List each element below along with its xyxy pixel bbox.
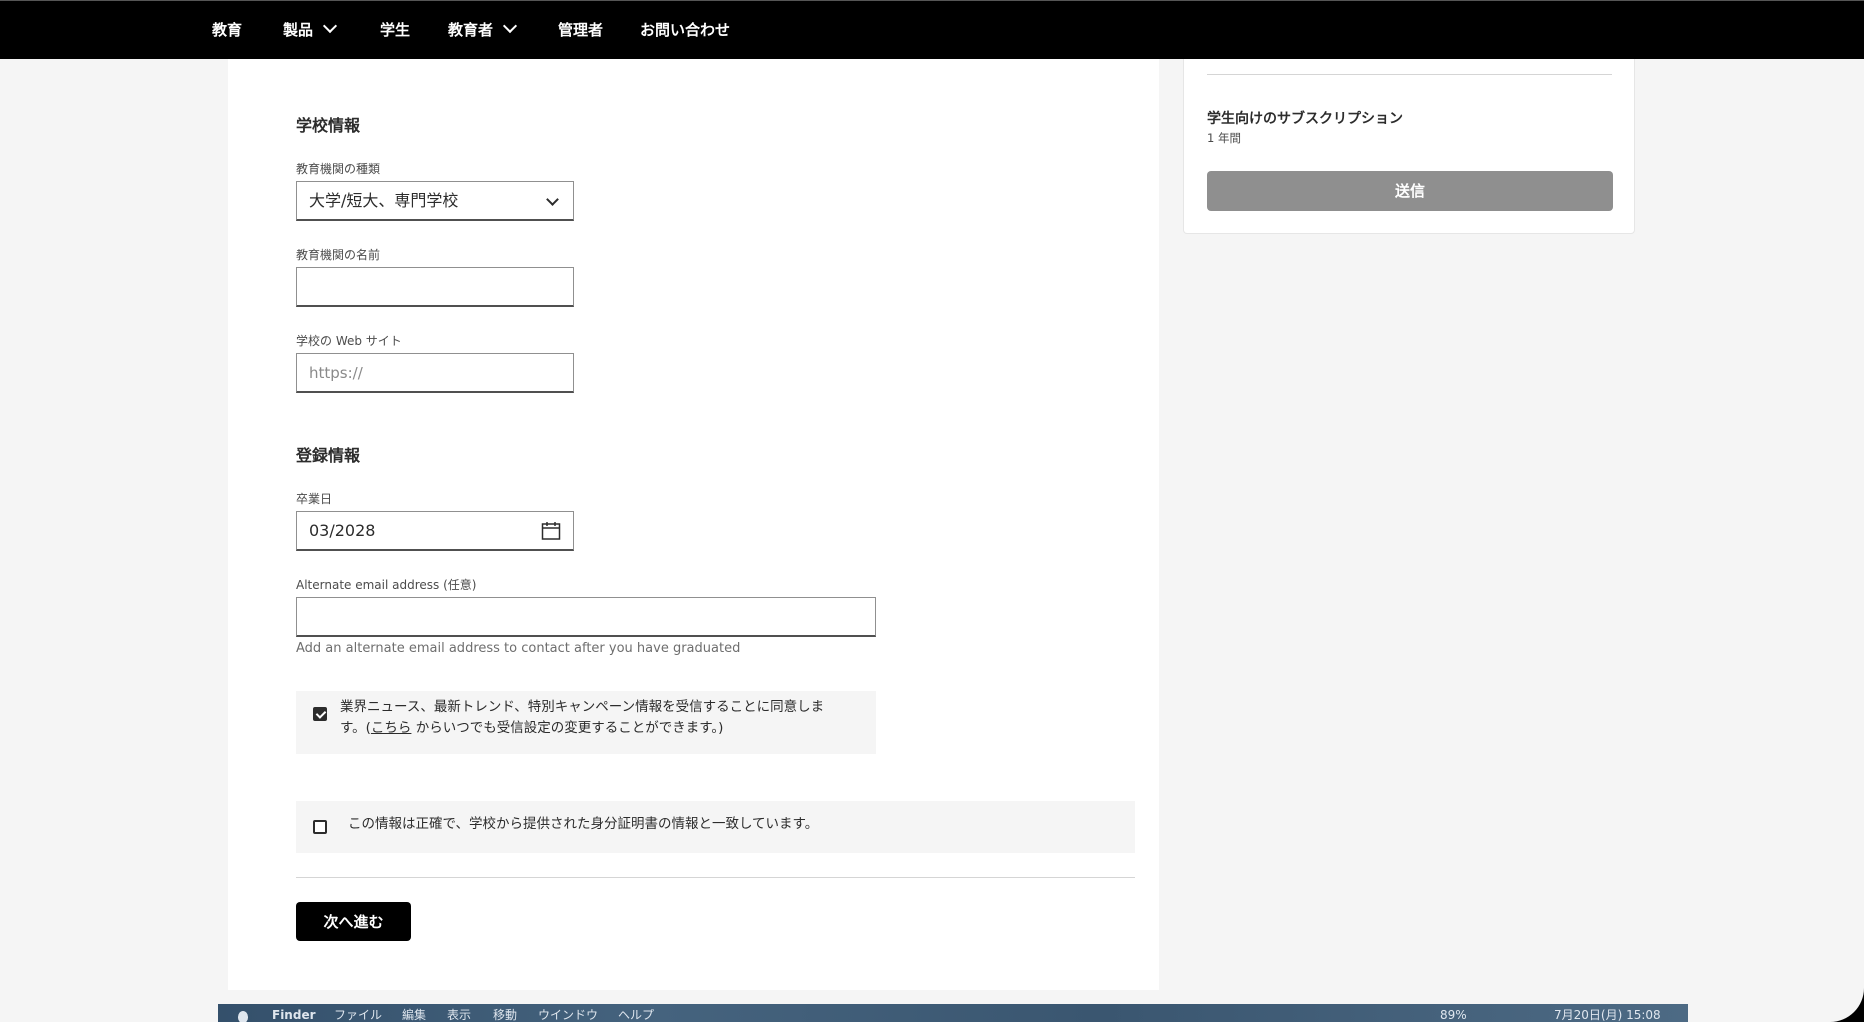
alternate-email-input[interactable] — [297, 598, 875, 635]
institution-name-input[interactable] — [297, 268, 573, 305]
menu-item-window[interactable]: ウインドウ — [538, 1004, 598, 1022]
institution-type-label: 教育機関の種類 — [296, 162, 381, 176]
submit-button[interactable]: 送信 — [1207, 171, 1613, 211]
marketing-consent-text: 業界ニュース、最新トレンド、特別キャンペーン情報を受信することに同意しま す。(… — [340, 699, 825, 736]
accuracy-consent-box: この情報は正確で、学校から提供された身分証明書の情報と一致しています。 — [296, 801, 1135, 853]
menu-item-go[interactable]: 移動 — [493, 1004, 517, 1022]
institution-type-select[interactable]: 大学/短大、専門学校 — [296, 181, 574, 221]
subscription-summary-card: 学生向けのサブスクリプション 1 年間 送信 — [1183, 59, 1635, 234]
chevron-down-icon — [546, 193, 559, 206]
alternate-email-field[interactable] — [296, 597, 876, 637]
subscription-title: 学生向けのサブスクリプション — [1207, 111, 1403, 127]
menu-app-name[interactable]: Finder — [272, 1004, 316, 1022]
marketing-consent-box: 業界ニュース、最新トレンド、特別キャンペーン情報を受信することに同意しま す。(… — [296, 691, 876, 754]
preferences-link[interactable]: こちら — [371, 720, 412, 736]
graduation-date-field[interactable]: 03/2028 — [296, 511, 574, 551]
accuracy-consent-text: この情報は正確で、学校から提供された身分証明書の情報と一致しています。 — [348, 816, 819, 832]
menu-item-file[interactable]: ファイル — [334, 1004, 382, 1022]
graduation-date-label: 卒業日 — [296, 492, 333, 506]
menu-clock[interactable]: 7月20日(月) 15:08 — [1554, 1004, 1661, 1022]
nav-item-students[interactable]: 学生 — [380, 1, 410, 60]
top-navigation: 教育 製品 学生 教育者 管理者 お問い合わせ — [0, 0, 1864, 59]
registration-info-heading: 登録情報 — [296, 446, 361, 465]
menu-item-view[interactable]: 表示 — [447, 1004, 471, 1022]
marketing-consent-checkbox[interactable] — [313, 707, 327, 721]
calendar-icon[interactable] — [541, 521, 561, 545]
school-info-heading: 学校情報 — [296, 116, 361, 135]
chevron-down-icon — [322, 18, 338, 34]
battery-percent: 89% — [1440, 1008, 1467, 1022]
accuracy-consent-checkbox[interactable] — [313, 820, 327, 834]
nav-item-educators[interactable]: 教育者 — [448, 1, 518, 60]
institution-name-field[interactable] — [296, 267, 574, 307]
chevron-down-icon — [502, 18, 518, 34]
menu-item-edit[interactable]: 編集 — [402, 1004, 426, 1022]
school-website-label: 学校の Web サイト — [296, 334, 402, 348]
apple-icon[interactable] — [238, 1011, 248, 1022]
graduation-date-value: 03/2028 — [309, 521, 376, 540]
nav-item-administrators[interactable]: 管理者 — [558, 1, 603, 60]
nav-item-contact[interactable]: お問い合わせ — [640, 1, 730, 60]
alternate-email-label: Alternate email address (任意) — [296, 578, 477, 592]
registration-form-card: 学校情報 教育機関の種類 大学/短大、専門学校 教育機関の名前 学校の Web … — [228, 59, 1159, 990]
form-divider — [296, 877, 1135, 878]
school-website-field[interactable] — [296, 353, 574, 393]
summary-divider — [1207, 74, 1612, 75]
institution-type-value: 大学/短大、専門学校 — [309, 191, 459, 210]
window-corner — [1830, 988, 1864, 1022]
next-button[interactable]: 次へ進む — [296, 902, 411, 941]
subscription-term: 1 年間 — [1207, 131, 1241, 145]
macos-menu-bar: Finder ファイル 編集 表示 移動 ウインドウ ヘルプ 89% 7月20日… — [218, 1004, 1688, 1022]
nav-item-education[interactable]: 教育 — [212, 1, 242, 60]
school-website-input[interactable] — [297, 354, 573, 391]
alternate-email-help: Add an alternate email address to contac… — [296, 641, 741, 656]
menu-item-help[interactable]: ヘルプ — [618, 1004, 654, 1022]
institution-name-label: 教育機関の名前 — [296, 248, 381, 262]
nav-item-products[interactable]: 製品 — [283, 1, 338, 60]
